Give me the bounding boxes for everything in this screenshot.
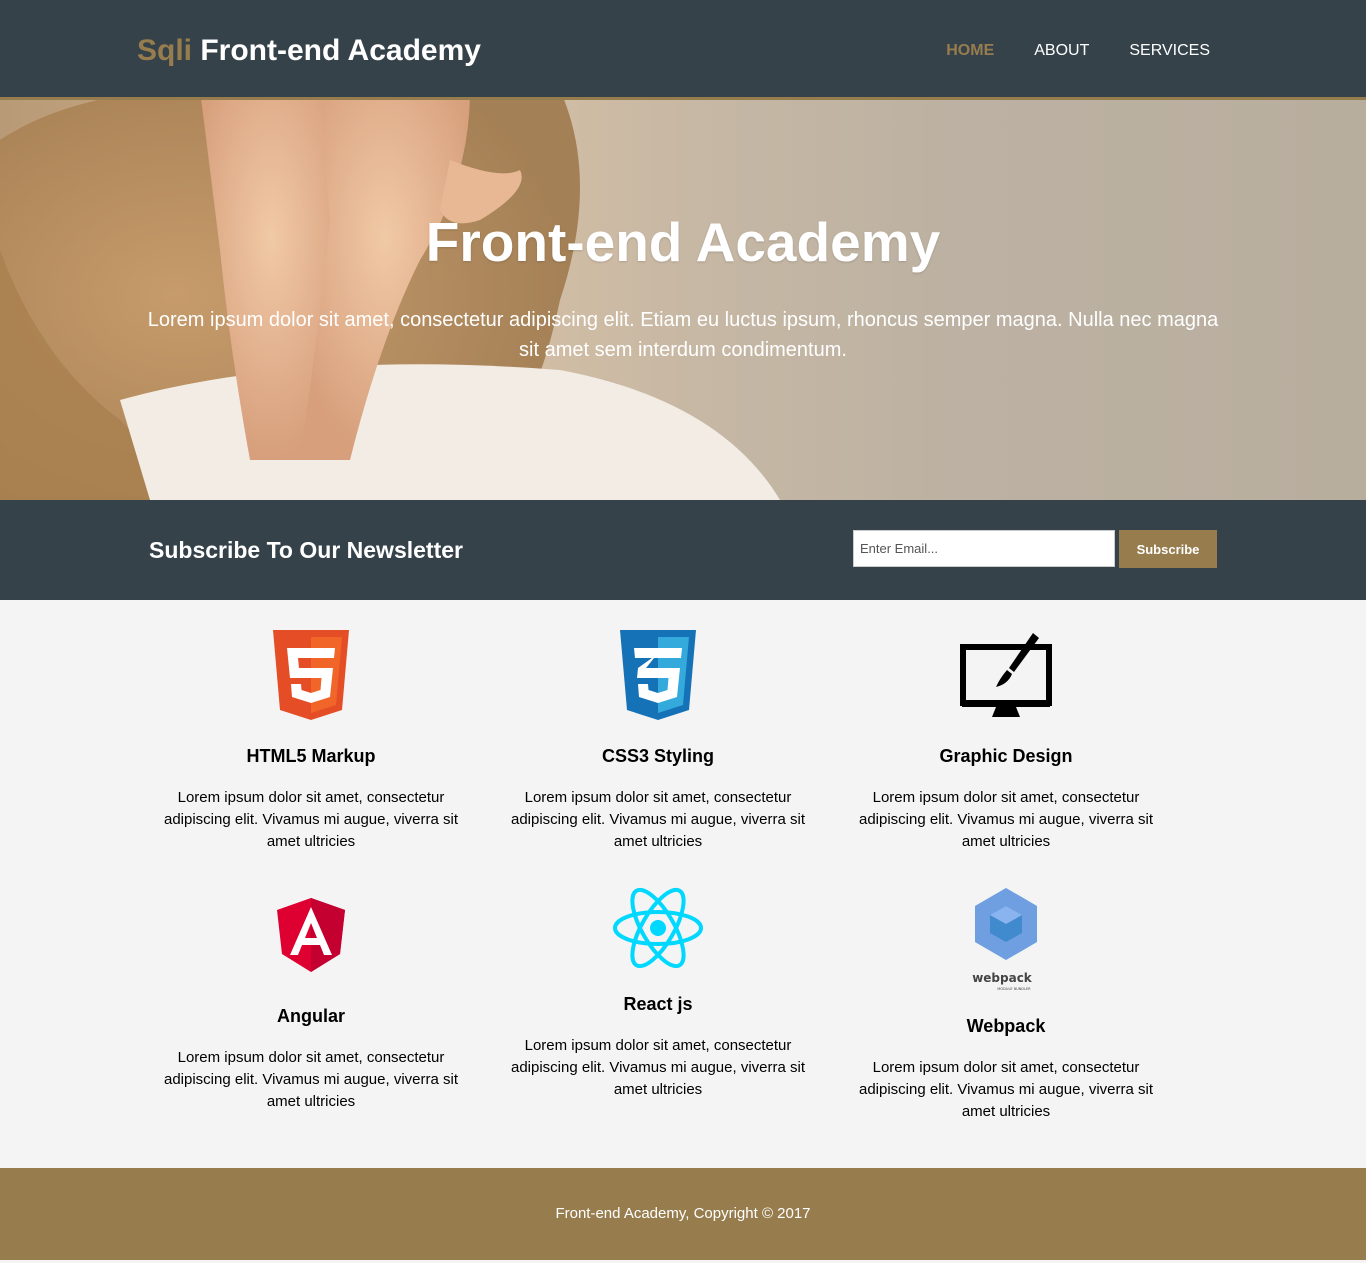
newsletter-section: Subscribe To Our Newsletter Subscribe <box>0 500 1366 600</box>
webpack-logo-text: webpack <box>972 971 1033 985</box>
react-icon <box>613 887 703 969</box>
brand-logo[interactable]: Sqli Front-end Academy <box>137 34 481 68</box>
feature-text: Lorem ipsum dolor sit amet, consectetur … <box>163 789 459 850</box>
brand-name: Front-end Academy <box>200 34 481 67</box>
feature-title: Graphic Design <box>939 746 1073 766</box>
feature-text: Lorem ipsum dolor sit amet, consectetur … <box>858 789 1154 850</box>
site-footer: Front-end Academy, Copyright © 2017 <box>0 1168 1366 1260</box>
feature-text: Lorem ipsum dolor sit amet, consectetur … <box>858 1059 1154 1120</box>
hero-title: Front-end Academy <box>425 211 941 273</box>
copyright-text: Front-end Academy, Copyright © 2017 <box>555 1205 811 1222</box>
feature-box-react: React js Lorem ipsum dolor sit amet, con… <box>493 886 823 1101</box>
angular-icon <box>277 898 345 972</box>
feature-text: Lorem ipsum dolor sit amet, consectetur … <box>510 1037 806 1098</box>
brand-accent: Sqli <box>137 34 193 67</box>
nav-home[interactable]: HOME <box>946 42 994 60</box>
feature-box-angular: Angular Lorem ipsum dolor sit amet, cons… <box>146 898 476 1113</box>
feature-title: HTML5 Markup <box>246 746 376 766</box>
features-section: HTML5 Markup Lorem ipsum dolor sit amet,… <box>0 600 1366 1168</box>
css3-icon <box>620 630 696 720</box>
hero-background-image <box>0 100 780 500</box>
graphic-design-icon <box>960 633 1052 717</box>
nav-about[interactable]: ABOUT <box>1034 42 1089 60</box>
feature-text: Lorem ipsum dolor sit amet, consectetur … <box>510 789 806 850</box>
feature-box-webpack: webpack MODULE BUNDLER Webpack Lorem ips… <box>841 886 1171 1123</box>
feature-title: Angular <box>276 1006 345 1026</box>
feature-text: Lorem ipsum dolor sit amet, consectetur … <box>163 1049 459 1110</box>
email-input[interactable] <box>853 530 1115 567</box>
subscribe-button[interactable]: Subscribe <box>1119 530 1217 568</box>
hero-text: Lorem ipsum dolor sit amet, consectetur … <box>147 309 1219 361</box>
webpack-logo-subtext: MODULE BUNDLER <box>997 987 1031 991</box>
feature-box-html5: HTML5 Markup Lorem ipsum dolor sit amet,… <box>146 630 476 853</box>
feature-box-graphic-design: Graphic Design Lorem ipsum dolor sit ame… <box>841 630 1171 853</box>
html5-icon <box>273 630 349 720</box>
site-header: Sqli Front-end Academy HOME ABOUT SERVIC… <box>0 0 1366 100</box>
feature-title: Webpack <box>966 1016 1046 1036</box>
webpack-icon: webpack MODULE BUNDLER <box>972 888 1037 991</box>
newsletter-heading: Subscribe To Our Newsletter <box>149 537 463 563</box>
feature-title: CSS3 Styling <box>601 746 715 766</box>
feature-box-css3: CSS3 Styling Lorem ipsum dolor sit amet,… <box>493 630 823 853</box>
main-nav: HOME ABOUT SERVICES <box>946 42 1210 60</box>
hero-showcase: Front-end Academy Lorem ipsum dolor sit … <box>0 100 1366 500</box>
nav-services[interactable]: SERVICES <box>1129 42 1210 60</box>
feature-title: React js <box>623 994 693 1014</box>
